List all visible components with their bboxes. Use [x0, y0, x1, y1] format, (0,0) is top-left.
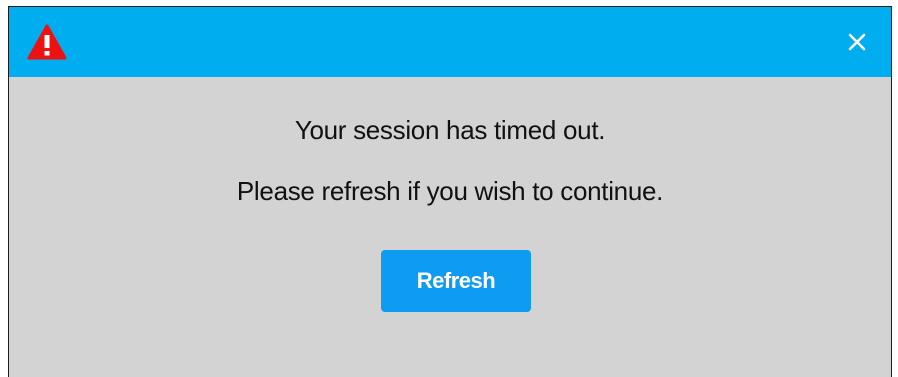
session-timeout-dialog: Your session has timed out. Please refre…: [8, 6, 892, 377]
close-icon[interactable]: [841, 26, 873, 58]
refresh-instruction: Please refresh if you wish to continue.: [236, 176, 664, 206]
dialog-header: [9, 7, 891, 77]
refresh-button[interactable]: Refresh: [381, 250, 531, 312]
timeout-message: Your session has timed out.: [294, 115, 606, 145]
dialog-body: Your session has timed out. Please refre…: [9, 77, 891, 377]
warning-triangle-icon: [27, 24, 67, 60]
